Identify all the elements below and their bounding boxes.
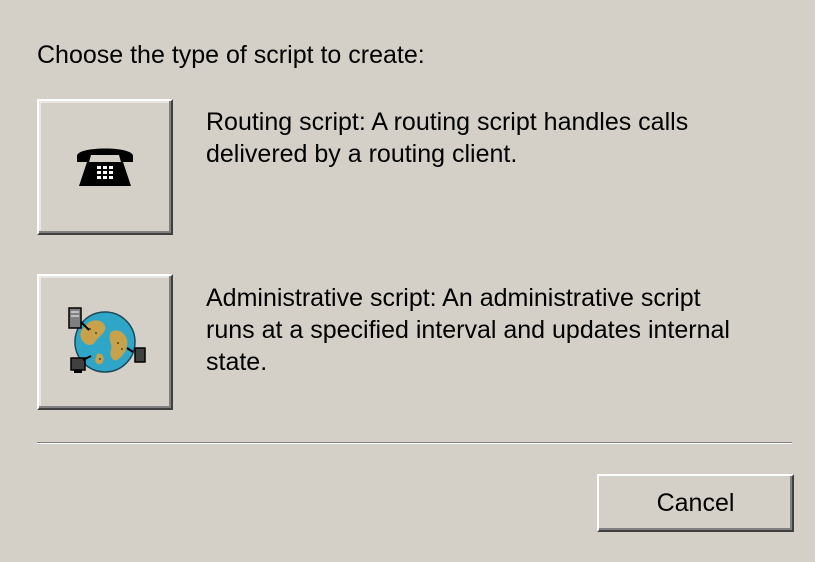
separator	[37, 442, 792, 444]
routing-script-description: Routing script: A routing script handles…	[206, 106, 806, 170]
telephone-icon	[73, 142, 137, 192]
administrative-description-line: runs at a specified interval and updates…	[206, 316, 730, 344]
administrative-description-line: Administrative script: An administrative…	[206, 284, 701, 312]
administrative-script-button[interactable]	[37, 274, 173, 410]
routing-description-line: Routing script: A routing script handles…	[206, 108, 689, 136]
globe-network-icon	[59, 302, 151, 382]
routing-description-line: delivered by a routing client.	[206, 140, 518, 168]
routing-script-button[interactable]	[37, 99, 173, 235]
dialog-prompt: Choose the type of script to create:	[37, 41, 425, 69]
create-script-dialog: Choose the type of script to create: Rou…	[0, 0, 815, 562]
cancel-button[interactable]: Cancel	[597, 474, 794, 532]
administrative-script-description: Administrative script: An administrative…	[206, 282, 806, 378]
administrative-description-line: state.	[206, 348, 268, 376]
